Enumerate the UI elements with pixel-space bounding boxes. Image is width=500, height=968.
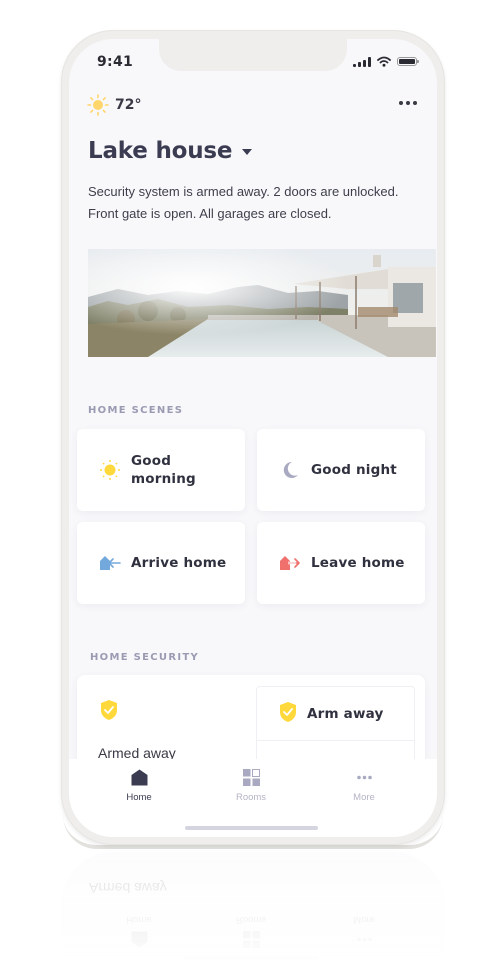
home-security-label: HOME SECURITY	[90, 652, 200, 663]
tab-bar: Home Rooms More	[69, 759, 437, 837]
tab-label: More	[353, 792, 375, 803]
weather: 72°	[87, 94, 141, 116]
dot	[413, 101, 417, 105]
weather-temperature: 72°	[115, 97, 142, 113]
battery-icon	[397, 57, 419, 66]
reflection-tab-rooms: Rooms	[211, 914, 291, 948]
notch	[159, 39, 347, 71]
status-time: 9:41	[97, 54, 134, 70]
scene-label: Leave home	[311, 555, 405, 571]
more-horizontal-icon	[356, 937, 372, 942]
arrive-home-icon	[99, 552, 121, 574]
phone-frame: 9:41 72° Lake house Security system is a…	[61, 30, 445, 849]
status-summary: Security system is armed away. 2 doors a…	[88, 184, 399, 221]
home-scenes-label: HOME SCENES	[88, 405, 184, 416]
signal-icon	[353, 56, 371, 67]
scene-label: Good morning	[131, 453, 196, 487]
rooms-grid-icon	[242, 769, 260, 786]
location-selector[interactable]: Lake house	[88, 138, 253, 164]
status-icons	[353, 56, 419, 67]
tab-label: Home	[126, 792, 152, 803]
more-horizontal-icon	[356, 775, 372, 780]
reflection-tab-more: More	[324, 914, 404, 948]
caret-down-icon	[242, 149, 253, 155]
tab-rooms[interactable]: Rooms	[211, 769, 291, 803]
scene-label: Good night	[311, 462, 397, 478]
tab-label: Rooms	[235, 792, 267, 803]
app-screen: 9:41 72° Lake house Security system is a…	[69, 39, 437, 837]
tab-home[interactable]: Home	[99, 769, 179, 803]
leave-home-icon	[279, 552, 301, 574]
reflection-tab-label: Rooms	[235, 914, 267, 925]
rooms-grid-icon	[242, 931, 260, 948]
scene-good-morning[interactable]: Good morning	[77, 429, 245, 511]
home-icon	[131, 769, 147, 786]
scene-arrive-home[interactable]: Arrive home	[77, 522, 245, 604]
phone-reflection: Home Rooms More Armed away	[61, 852, 445, 968]
shield-check-icon	[100, 700, 118, 724]
shield-check-icon	[279, 701, 297, 726]
page-title: Lake house	[88, 138, 233, 164]
home-indicator	[185, 826, 318, 830]
hero-image	[88, 249, 436, 357]
reflection-tab-label: Home	[126, 914, 152, 925]
arm-away-button[interactable]: Arm away	[257, 687, 414, 741]
home-icon	[131, 931, 147, 948]
moon-icon	[279, 459, 301, 481]
scene-leave-home[interactable]: Leave home	[257, 522, 425, 604]
reflection-body	[61, 852, 445, 968]
scene-good-night[interactable]: Good night	[257, 429, 425, 511]
reflection-tab-label: More	[353, 914, 375, 925]
reflection-home-indicator	[185, 956, 318, 960]
sun-icon	[99, 459, 121, 481]
reflection-security-status: Armed away	[89, 880, 167, 896]
more-options-button[interactable]	[399, 101, 417, 105]
tab-more[interactable]: More	[324, 769, 404, 803]
reflection-tab-home: Home	[99, 914, 179, 948]
wifi-icon	[377, 56, 391, 67]
scene-label: Arrive home	[131, 555, 227, 571]
sun-icon	[87, 94, 109, 116]
dot	[399, 101, 403, 105]
dot	[406, 101, 410, 105]
arm-away-label: Arm away	[307, 705, 384, 722]
